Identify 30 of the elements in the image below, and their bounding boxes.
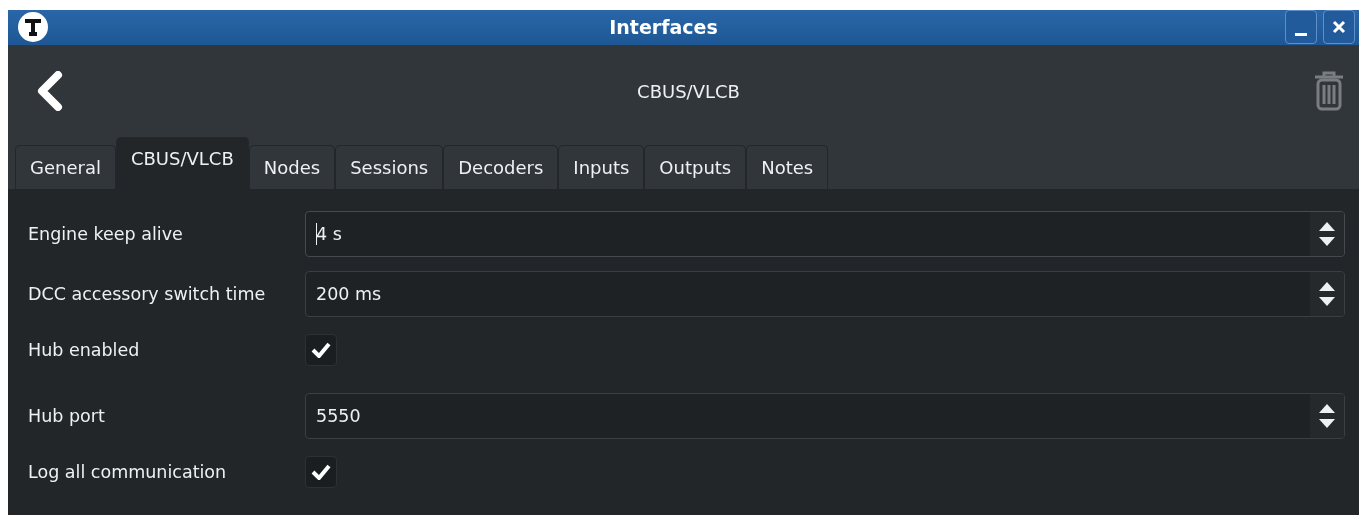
field-label: Hub enabled — [28, 338, 140, 362]
tab[interactable]: Outputs — [644, 145, 747, 189]
spin-arrows[interactable] — [1310, 272, 1344, 316]
tab[interactable]: Notes — [746, 145, 829, 189]
app-logo-icon — [18, 12, 48, 43]
window-title: Interfaces — [608, 15, 719, 41]
tab[interactable]: Nodes — [248, 145, 336, 189]
text-cursor — [316, 223, 317, 245]
field-label: Log all communication — [28, 460, 227, 484]
field-label: Engine keep alive — [28, 222, 183, 246]
tab[interactable]: Inputs — [558, 145, 645, 189]
checkbox[interactable] — [305, 334, 337, 366]
minimize-icon — [1295, 32, 1307, 36]
tab[interactable]: Sessions — [335, 145, 444, 189]
checkbox[interactable] — [305, 456, 337, 488]
tab[interactable]: Decoders — [443, 145, 559, 189]
close-icon — [1332, 20, 1346, 35]
delete-icon[interactable] — [1313, 71, 1345, 112]
close-button[interactable] — [1323, 10, 1355, 45]
tab[interactable]: General — [15, 145, 116, 189]
spin-arrows[interactable] — [1310, 212, 1344, 256]
page-title: CBUS/VLCB — [636, 79, 741, 104]
back-icon[interactable] — [36, 71, 64, 112]
check-icon — [311, 464, 331, 480]
field-label: Hub port — [28, 404, 105, 428]
tab[interactable]: CBUS/VLCB — [115, 137, 249, 189]
field-label: DCC accessory switch time — [28, 282, 266, 306]
minimize-button[interactable] — [1285, 10, 1317, 45]
spin-arrows[interactable] — [1310, 394, 1344, 438]
check-icon — [311, 342, 331, 358]
